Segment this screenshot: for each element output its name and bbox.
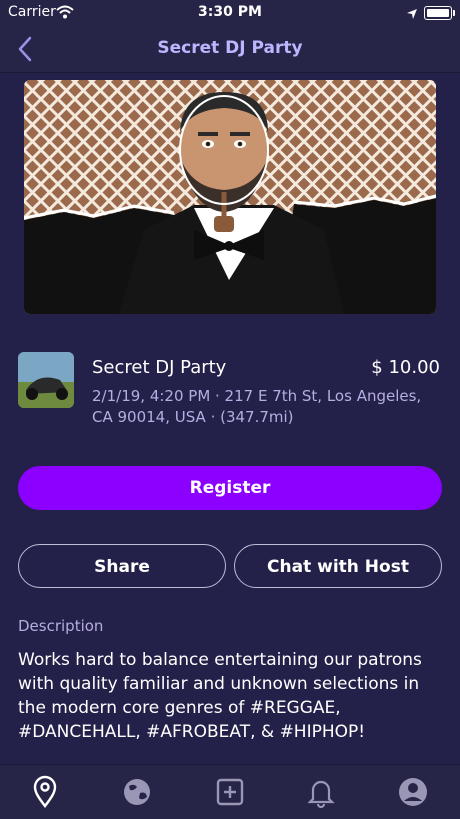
tab-bar bbox=[0, 764, 460, 819]
page-title: Secret DJ Party bbox=[157, 38, 303, 58]
add-icon[interactable] bbox=[213, 775, 247, 809]
navigation-bar: Secret DJ Party bbox=[0, 26, 460, 73]
status-bar: Carrier 3:30 PM bbox=[0, 0, 460, 26]
event-details: 2/1/19, 4:20 PM · 217 E 7th St, Los Ange… bbox=[92, 387, 422, 426]
bell-icon[interactable] bbox=[304, 775, 338, 809]
event-thumbnail bbox=[18, 352, 74, 408]
description-text: Works hard to balance entertaining our p… bbox=[18, 650, 422, 742]
chat-with-host-button[interactable]: Chat with Host bbox=[234, 544, 442, 588]
battery-icon bbox=[424, 6, 455, 20]
location-arrow-icon bbox=[406, 5, 418, 24]
status-time: 3:30 PM bbox=[198, 4, 262, 20]
profile-icon[interactable] bbox=[396, 775, 430, 809]
description-label: Description bbox=[18, 617, 104, 635]
event-hero-image bbox=[24, 80, 436, 314]
register-button[interactable]: Register bbox=[18, 466, 442, 510]
location-pin-icon[interactable] bbox=[28, 775, 62, 809]
event-name: Secret DJ Party bbox=[92, 357, 227, 378]
event-price: $ 10.00 bbox=[371, 357, 440, 378]
globe-icon[interactable] bbox=[120, 775, 154, 809]
share-button[interactable]: Share bbox=[18, 544, 226, 588]
